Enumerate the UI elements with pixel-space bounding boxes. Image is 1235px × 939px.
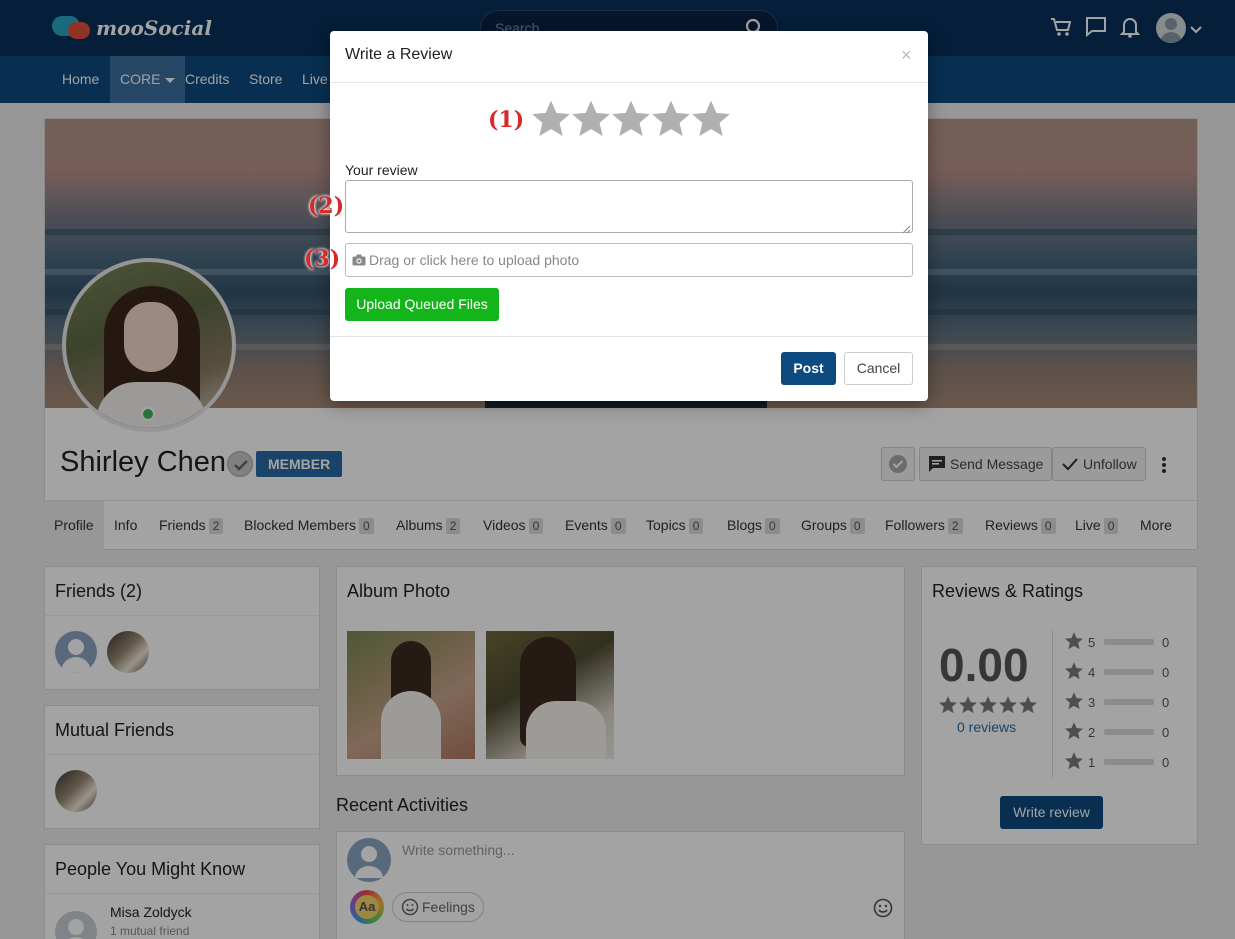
rating-stars-input — [530, 98, 730, 140]
star-5-icon[interactable] — [690, 98, 730, 140]
star-2-icon[interactable] — [570, 98, 610, 140]
cancel-button[interactable]: Cancel — [844, 352, 913, 385]
post-button[interactable]: Post — [781, 352, 836, 385]
upload-queued-files-button[interactable]: Upload Queued Files — [345, 288, 499, 321]
camera-icon — [352, 254, 366, 266]
annotation-1: (1) — [488, 107, 525, 133]
resize-grip-icon[interactable] — [902, 221, 911, 237]
review-label: Your review — [345, 162, 418, 178]
star-4-icon[interactable] — [650, 98, 690, 140]
close-icon[interactable]: × — [901, 45, 912, 66]
star-1-icon[interactable] — [530, 98, 570, 140]
write-review-modal: Write a Review × (1) Your review (2) (3)… — [304, 31, 928, 401]
modal-title: Write a Review — [345, 46, 453, 63]
star-3-icon[interactable] — [610, 98, 650, 140]
review-textarea[interactable] — [345, 180, 913, 233]
annotation-3: (3) — [304, 246, 341, 272]
upload-placeholder: Drag or click here to upload photo — [369, 252, 580, 268]
annotation-2: (2) — [308, 193, 345, 219]
photo-upload-dropzone[interactable]: Drag or click here to upload photo — [345, 243, 913, 277]
